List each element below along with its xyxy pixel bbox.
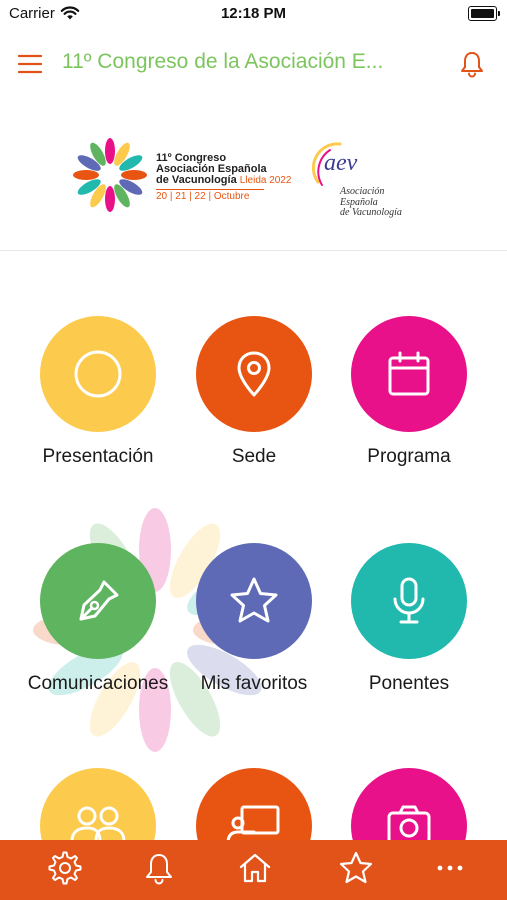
menu-item-label: Comunicaciones (27, 673, 169, 694)
tab-home[interactable] (235, 850, 275, 886)
status-bar: Carrier 12:18 PM (0, 0, 507, 30)
gear-icon (48, 851, 82, 885)
menu-item-mis-favoritos[interactable]: Mis favoritos (176, 543, 332, 695)
menu-item-presentacion[interactable]: Presentación (20, 316, 176, 468)
menu-item-label: Programa (367, 446, 451, 467)
menu-item-label: Sede (231, 446, 277, 467)
tab-more[interactable] (430, 850, 470, 886)
menu-item-circle (40, 543, 156, 659)
microphone-icon (393, 577, 425, 624)
menu-item-label: Ponentes (368, 673, 450, 694)
tab-notifications[interactable] (139, 850, 179, 886)
menu-item-label: Presentación (42, 446, 154, 467)
aev-line-1: Asociación (340, 186, 385, 197)
clock: 12:18 PM (220, 5, 287, 22)
menu-item-sede[interactable]: Sede (176, 316, 332, 468)
tab-settings[interactable] (45, 850, 85, 886)
menu-item-circle (351, 543, 467, 659)
menu-item-circle (196, 543, 312, 659)
menu-item-label: Mis favoritos (200, 673, 308, 694)
circle-icon (74, 350, 122, 398)
menu-item-programa[interactable]: Programa (331, 316, 487, 468)
aev-logo-mark: aev (324, 150, 358, 176)
home-icon (239, 853, 271, 883)
pen-nib-icon (79, 580, 119, 621)
logo-line-3: de Vacunología Lleida 2022 (156, 175, 291, 186)
congress-logo-icon (73, 138, 147, 212)
bottom-tab-bar (0, 840, 507, 900)
menu-item-circle (196, 316, 312, 432)
tab-favorites[interactable] (336, 850, 376, 886)
more-icon (437, 865, 463, 871)
page-title: 11º Congreso de la Asociación E... (62, 50, 384, 73)
logo-divider (156, 189, 264, 190)
star-icon (230, 577, 278, 623)
bell-icon (146, 854, 172, 885)
logo-city: Lleida 2022 (239, 175, 292, 186)
bell-icon[interactable] (459, 50, 485, 78)
map-pin-icon (237, 351, 271, 397)
congress-logo-text: 11º Congreso Asociación Española de Vacu… (156, 153, 291, 202)
aev-logo-icon: aev (311, 142, 358, 186)
aev-line-3: de Vacunología (340, 207, 402, 218)
battery-icon (468, 6, 500, 21)
star-icon (339, 851, 373, 884)
logo-line-3-text: de Vacunología (156, 174, 237, 186)
aev-logo-text: Asociación Española de Vacunología (340, 186, 402, 219)
app-header: 11º Congreso de la Asociación E... (0, 30, 507, 100)
event-banner: 11º Congreso Asociación Española de Vacu… (0, 100, 507, 251)
calendar-icon (388, 351, 430, 396)
menu-item-ponentes[interactable]: Ponentes (331, 543, 487, 695)
logo-dates: 20 | 21 | 22 | Octubre (156, 191, 250, 202)
hamburger-menu-icon[interactable] (18, 52, 42, 76)
menu-item-circle (40, 316, 156, 432)
menu-item-comunicaciones[interactable]: Comunicaciones (20, 543, 176, 695)
menu-item-circle (351, 316, 467, 432)
